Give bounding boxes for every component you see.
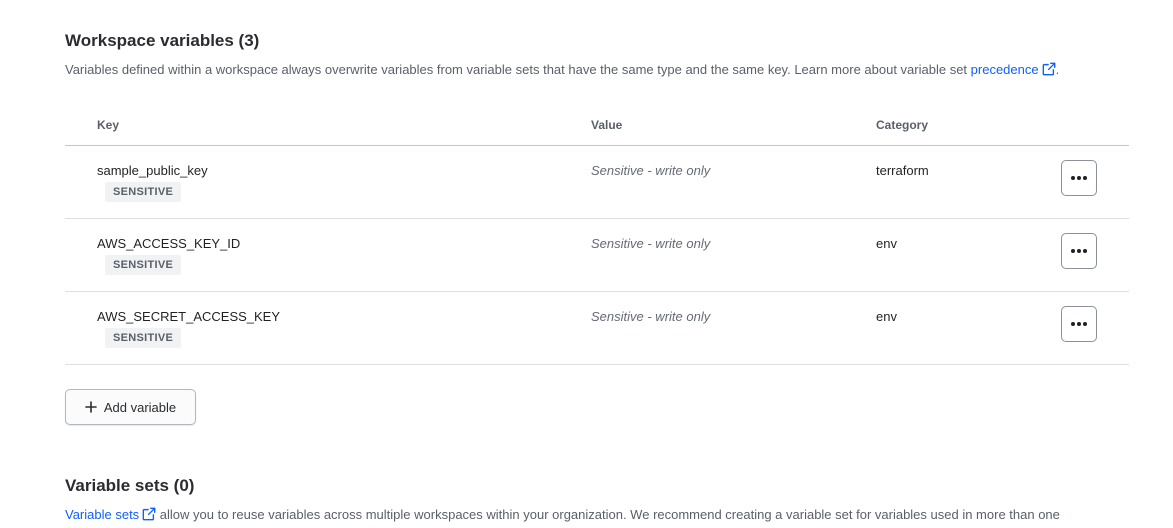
- more-horizontal-icon: [1070, 248, 1088, 254]
- add-variable-label: Add variable: [103, 399, 177, 415]
- variable-category: terraform: [876, 163, 929, 178]
- variable-sets-description-text: allow you to reuse variables across mult…: [156, 507, 1060, 522]
- external-link-icon: [142, 507, 156, 521]
- sensitive-badge: SENSITIVE: [105, 328, 182, 348]
- more-horizontal-icon: [1070, 321, 1088, 327]
- column-header-value: Value: [591, 118, 623, 132]
- workspace-variables-description-end: .: [1055, 62, 1060, 77]
- sensitive-badge: SENSITIVE: [105, 255, 182, 275]
- variable-sets-link[interactable]: Variable sets: [65, 507, 156, 522]
- variable-category: env: [876, 309, 897, 324]
- variable-key: AWS_ACCESS_KEY_ID: [97, 236, 241, 251]
- row-actions-button[interactable]: [1061, 160, 1097, 196]
- workspace-variables-description: Variables defined within a workspace alw…: [65, 62, 1059, 77]
- precedence-link[interactable]: precedence: [971, 62, 1056, 77]
- more-horizontal-icon: [1070, 175, 1088, 181]
- variable-sets-title: Variable sets (0): [65, 476, 195, 495]
- precedence-link-label: precedence: [970, 62, 1039, 77]
- table-row: sample_public_key SENSITIVE Sensitive - …: [65, 146, 1129, 219]
- column-header-category: Category: [876, 118, 929, 132]
- add-variable-button[interactable]: Add variable: [65, 389, 196, 425]
- row-actions-button[interactable]: [1061, 233, 1097, 269]
- variable-value: Sensitive - write only: [591, 163, 711, 178]
- external-link-icon: [1042, 62, 1056, 76]
- workspace-variables-title: Workspace variables (3): [65, 31, 260, 50]
- workspace-variables-description-text: Variables defined within a workspace alw…: [65, 62, 971, 77]
- sensitive-badge: SENSITIVE: [105, 182, 182, 202]
- variable-key: AWS_SECRET_ACCESS_KEY: [97, 309, 281, 324]
- variable-sets-description: Variable sets allow you to reuse variabl…: [65, 507, 1060, 522]
- workspace-variables-table: Key Value Category sample_public_key SEN…: [65, 112, 1129, 365]
- table-row: AWS_ACCESS_KEY_ID SENSITIVE Sensitive - …: [65, 219, 1129, 292]
- variables-page: Workspace variables (3) Variables define…: [0, 0, 1173, 528]
- variable-value: Sensitive - write only: [591, 236, 711, 251]
- table-row: AWS_SECRET_ACCESS_KEY SENSITIVE Sensitiv…: [65, 292, 1129, 365]
- variable-key: sample_public_key: [97, 163, 208, 178]
- variable-category: env: [876, 236, 897, 251]
- row-actions-button[interactable]: [1061, 306, 1097, 342]
- plus-icon: [85, 401, 97, 413]
- column-header-key: Key: [97, 118, 120, 132]
- variable-value: Sensitive - write only: [591, 309, 711, 324]
- table-header: Key Value Category: [65, 112, 1129, 146]
- variable-sets-link-label: Variable sets: [65, 507, 140, 522]
